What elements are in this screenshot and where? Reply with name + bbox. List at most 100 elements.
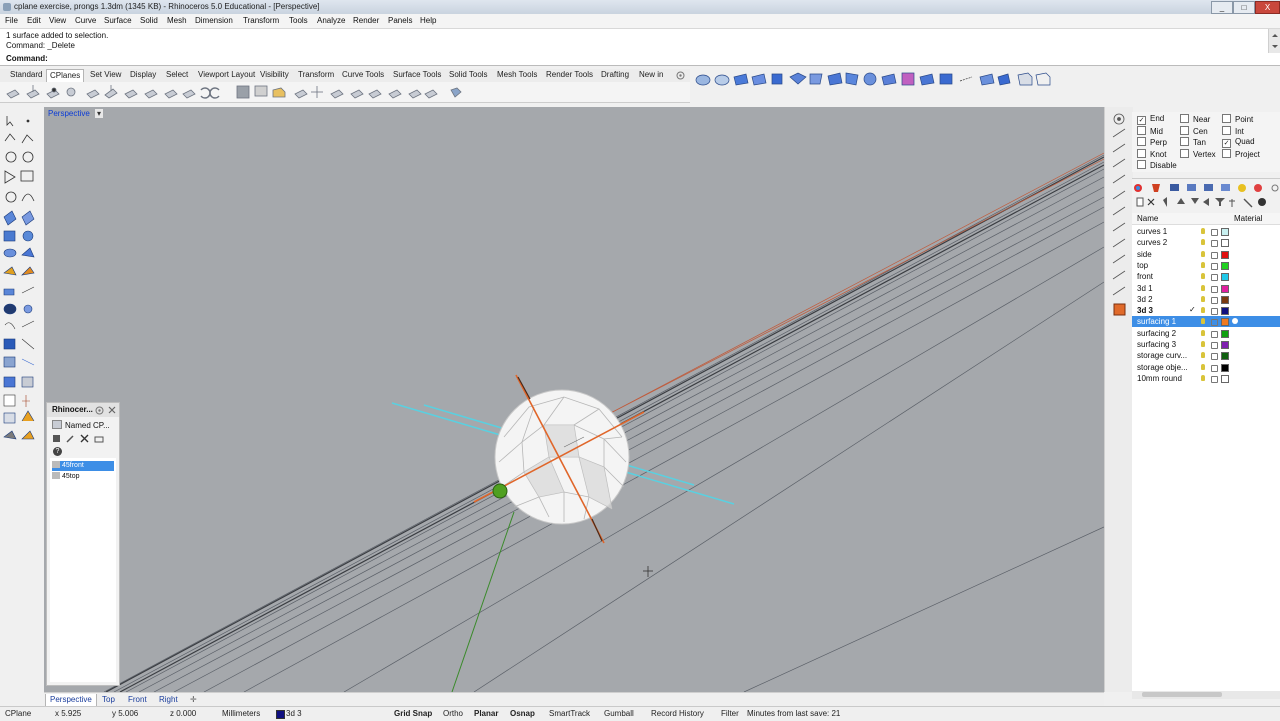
layer-lock-icon[interactable]: [1211, 319, 1218, 327]
osnap-vertex-checkbox[interactable]: Vertex: [1180, 148, 1216, 159]
layer-row[interactable]: curves 2: [1132, 237, 1280, 248]
layer-lock-icon[interactable]: [1211, 375, 1218, 383]
layer-name[interactable]: surfacing 3: [1137, 340, 1176, 349]
menu-help[interactable]: Help: [420, 16, 436, 25]
status-filter[interactable]: Filter: [721, 709, 739, 718]
maximize-button[interactable]: □: [1233, 1, 1255, 14]
layer-visibility-bulb-icon[interactable]: [1201, 250, 1205, 257]
layer-lock-icon[interactable]: [1211, 353, 1218, 361]
layer-name[interactable]: storage obje...: [1137, 363, 1188, 372]
menu-tools[interactable]: Tools: [289, 16, 308, 25]
gumball-handle[interactable]: [492, 483, 508, 499]
menu-render[interactable]: Render: [353, 16, 379, 25]
osnap-project-checkbox[interactable]: Project: [1222, 148, 1260, 159]
sphere-model[interactable]: [494, 389, 630, 525]
status-grid-snap[interactable]: Grid Snap: [394, 709, 432, 718]
tab-visibility[interactable]: Visibility: [257, 69, 292, 81]
osnap-disable-checkbox[interactable]: Disable: [1137, 160, 1177, 170]
status-gumball[interactable]: Gumball: [604, 709, 634, 718]
osnap-int-checkbox[interactable]: Int: [1222, 125, 1244, 136]
layer-row[interactable]: 3d 2: [1132, 294, 1280, 305]
layer-name[interactable]: curves 1: [1137, 227, 1167, 236]
checkbox-box[interactable]: [1180, 137, 1189, 146]
tab-display[interactable]: Display: [127, 69, 159, 81]
layer-color-swatch[interactable]: [1221, 261, 1229, 270]
add-viewport-tab-icon[interactable]: ✛: [186, 694, 201, 706]
named-cplane-action-icons[interactable]: [52, 434, 112, 444]
layer-color-swatch[interactable]: [1221, 363, 1229, 372]
tab-drafting[interactable]: Drafting: [598, 69, 632, 81]
layer-name[interactable]: front: [1137, 272, 1153, 281]
layer-color-swatch[interactable]: [1221, 318, 1229, 327]
layer-row[interactable]: surfacing 1: [1132, 316, 1280, 328]
osnap-end-checkbox[interactable]: ✓ End: [1137, 114, 1164, 125]
layer-row[interactable]: side: [1132, 249, 1280, 260]
layer-lock-icon[interactable]: [1211, 229, 1218, 236]
layer-color-swatch[interactable]: [1221, 250, 1229, 259]
checkbox-box[interactable]: [1180, 148, 1189, 158]
list-item[interactable]: 45front: [52, 461, 114, 471]
osnap-quad-checkbox[interactable]: ✓ Quad: [1222, 137, 1255, 148]
layer-row[interactable]: 3d 3 ✓: [1132, 305, 1280, 316]
layer-row[interactable]: top: [1132, 260, 1280, 271]
layer-name[interactable]: surfacing 2: [1137, 329, 1176, 338]
tab-options-icon[interactable]: [676, 71, 685, 80]
layers-scrollbar[interactable]: [1132, 691, 1280, 699]
layer-name[interactable]: top: [1137, 261, 1148, 270]
tab-mesh-tools[interactable]: Mesh Tools: [494, 69, 540, 81]
layer-tool-icons[interactable]: [1132, 179, 1280, 213]
layer-visibility-bulb-icon[interactable]: [1201, 329, 1205, 336]
layer-row[interactable]: surfacing 3: [1132, 339, 1280, 350]
osnap-perp-checkbox[interactable]: Perp: [1137, 137, 1167, 147]
right-tool-icons[interactable]: [1105, 107, 1133, 317]
menu-dimension[interactable]: Dimension: [195, 16, 233, 25]
tab-standard[interactable]: Standard: [7, 69, 45, 81]
layer-visibility-bulb-icon[interactable]: [1201, 341, 1205, 347]
surface-tool-icons[interactable]: [694, 69, 1054, 91]
layer-color-swatch[interactable]: [1221, 307, 1229, 316]
layer-name[interactable]: 10mm round: [1137, 374, 1182, 383]
osnap-knot-checkbox[interactable]: Knot: [1137, 148, 1166, 159]
layer-name[interactable]: curves 2: [1137, 238, 1167, 247]
layer-lock-icon[interactable]: [1211, 364, 1218, 372]
menu-panels[interactable]: Panels: [388, 16, 412, 25]
layer-color-swatch[interactable]: [1221, 273, 1229, 282]
layer-visibility-bulb-icon[interactable]: [1201, 307, 1205, 314]
status-layer-color-swatch[interactable]: [276, 710, 285, 719]
checkbox-box[interactable]: ✓: [1222, 139, 1231, 148]
layer-visibility-bulb-icon[interactable]: [1201, 261, 1205, 268]
layer-visibility-bulb-icon[interactable]: [1201, 239, 1205, 246]
layer-row[interactable]: curves 1: [1132, 226, 1280, 237]
tab-cplanes[interactable]: CPlanes: [46, 69, 85, 82]
layer-name[interactable]: 3d 2: [1137, 295, 1153, 304]
tab-front[interactable]: Front: [124, 694, 151, 706]
list-item[interactable]: 45top: [52, 472, 114, 482]
layer-visibility-bulb-icon[interactable]: [1201, 273, 1205, 280]
checkbox-box[interactable]: [1137, 125, 1146, 135]
main-tool-icons[interactable]: [0, 107, 44, 452]
layer-lock-icon[interactable]: [1211, 308, 1218, 316]
menu-curve[interactable]: Curve: [75, 16, 96, 25]
cplanes-tool-icons[interactable]: [5, 84, 475, 100]
tab-top[interactable]: Top: [98, 694, 119, 706]
help-icon[interactable]: ?: [53, 447, 62, 456]
layer-row[interactable]: storage curv...: [1132, 350, 1280, 361]
layer-visibility-bulb-icon[interactable]: [1201, 363, 1205, 370]
layer-lock-icon[interactable]: [1211, 330, 1218, 338]
menu-edit[interactable]: Edit: [27, 16, 41, 25]
layer-lock-icon[interactable]: [1211, 342, 1218, 349]
menu-transform[interactable]: Transform: [243, 16, 279, 25]
checkbox-box[interactable]: [1222, 148, 1231, 158]
menu-solid[interactable]: Solid: [140, 16, 158, 25]
layer-name[interactable]: storage curv...: [1137, 351, 1187, 360]
tab-set-view[interactable]: Set View: [87, 69, 124, 81]
layer-color-swatch[interactable]: [1221, 374, 1229, 383]
layer-name[interactable]: 3d 3: [1137, 306, 1153, 315]
tab-curve-tools[interactable]: Curve Tools: [339, 69, 387, 81]
status-ortho[interactable]: Ortho: [443, 709, 463, 718]
osnap-point-checkbox[interactable]: Point: [1222, 114, 1253, 124]
layer-row[interactable]: front: [1132, 271, 1280, 282]
layer-color-swatch[interactable]: [1221, 239, 1229, 248]
tab-solid-tools[interactable]: Solid Tools: [446, 69, 491, 81]
layer-visibility-bulb-icon[interactable]: [1201, 352, 1205, 359]
